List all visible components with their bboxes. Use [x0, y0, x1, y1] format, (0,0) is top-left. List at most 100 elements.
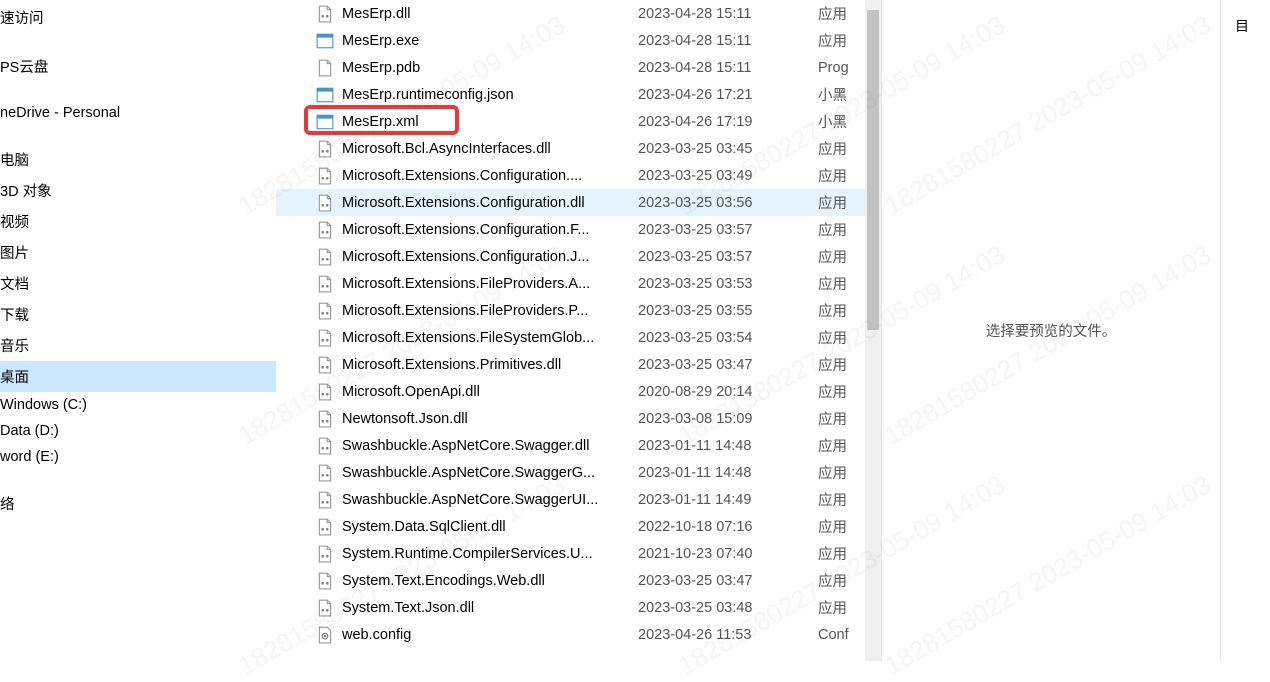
sidebar-item[interactable]: 音乐 [0, 330, 276, 361]
file-row[interactable]: Newtonsoft.Json.dll2023-03-08 15:09应用 [276, 405, 881, 432]
dll-icon [316, 275, 334, 293]
file-date: 2023-03-25 03:56 [638, 195, 818, 211]
sidebar-item-label: 速访问 [0, 11, 44, 27]
file-date: 2023-03-25 03:57 [638, 249, 818, 265]
dll-icon [316, 302, 334, 320]
watermark: 18281580227 2023-05-09 14:03 [879, 469, 1216, 682]
file-date: 2023-04-26 17:19 [638, 114, 818, 130]
file-row[interactable]: Swashbuckle.AspNetCore.Swagger.dll2023-0… [276, 432, 881, 459]
sidebar-item-label: 视频 [0, 215, 29, 231]
file-date: 2023-03-25 03:49 [638, 168, 818, 184]
file-name: Microsoft.OpenApi.dll [342, 384, 638, 400]
sidebar-item-label: Windows (C:) [0, 397, 87, 413]
dll-icon [316, 518, 334, 536]
file-date: 2023-03-25 03:53 [638, 276, 818, 292]
sidebar-item-label: PS云盘 [0, 60, 48, 76]
file-row[interactable]: web.config2023-04-26 11:53Conf [276, 621, 881, 648]
sidebar-item[interactable]: word (E:) [0, 444, 276, 470]
sidebar-item[interactable]: 下载 [0, 299, 276, 330]
dll-icon [316, 410, 334, 428]
sidebar-item[interactable]: 图片 [0, 237, 276, 268]
file-name: System.Text.Json.dll [342, 600, 638, 616]
file-name: Swashbuckle.AspNetCore.Swagger.dll [342, 438, 638, 454]
sidebar-item-label: 音乐 [0, 339, 29, 355]
file-row[interactable]: Microsoft.Extensions.Configuration....20… [276, 162, 881, 189]
sidebar-item[interactable]: 桌面 [0, 361, 276, 392]
dll-icon [316, 356, 334, 374]
file-row[interactable]: MesErp.exe2023-04-28 15:11应用 [276, 27, 881, 54]
file-row[interactable]: Microsoft.Extensions.Configuration.F...2… [276, 216, 881, 243]
file-name: Microsoft.Extensions.Primitives.dll [342, 357, 638, 373]
right-strip-line2: 目 [1235, 16, 1270, 36]
file-name: Microsoft.Bcl.AsyncInterfaces.dll [342, 141, 638, 157]
preview-panel: 选择要预览的文件。 18281580227 2023-05-09 14:03 1… [882, 0, 1220, 661]
file-list[interactable]: MesErp.dll2023-04-28 15:11应用MesErp.exe20… [276, 0, 881, 661]
file-date: 2023-01-11 14:48 [638, 465, 818, 481]
file-row[interactable]: Microsoft.Bcl.AsyncInterfaces.dll2023-03… [276, 135, 881, 162]
file-row[interactable]: Microsoft.Extensions.FileProviders.A...2… [276, 270, 881, 297]
file-date: 2023-04-28 15:11 [638, 6, 818, 22]
file-date: 2020-08-29 20:14 [638, 384, 818, 400]
sidebar-item[interactable]: PS云盘 [0, 51, 276, 82]
file-name: MesErp.runtimeconfig.json [342, 87, 638, 103]
file-name: Microsoft.Extensions.Configuration.F... [342, 222, 638, 238]
file-row[interactable]: System.Text.Encodings.Web.dll2023-03-25 … [276, 567, 881, 594]
sidebar-item-label: 图片 [0, 246, 29, 262]
file-row[interactable]: MesErp.xml2023-04-26 17:19小黑 [276, 108, 881, 135]
file-row[interactable]: Microsoft.Extensions.FileProviders.P...2… [276, 297, 881, 324]
right-panel: 目 [1220, 0, 1270, 661]
dll-icon [316, 140, 334, 158]
sidebar-item[interactable]: 电脑 [0, 144, 276, 175]
sidebar-item-label: 电脑 [0, 153, 29, 169]
dll-icon [316, 167, 334, 185]
sidebar-item[interactable]: neDrive - Personal [0, 100, 276, 126]
scrollbar-thumb[interactable] [867, 10, 879, 330]
file-row[interactable]: System.Data.SqlClient.dll2022-10-18 07:1… [276, 513, 881, 540]
file-name: Microsoft.Extensions.Configuration.J... [342, 249, 638, 265]
sidebar-item-label: 络 [0, 497, 15, 513]
preview-placeholder: 选择要预览的文件。 [986, 320, 1117, 341]
dll-icon [316, 5, 334, 23]
sidebar-item[interactable]: Windows (C:) [0, 392, 276, 418]
sidebar-item[interactable]: 文档 [0, 268, 276, 299]
file-date: 2023-01-11 14:48 [638, 438, 818, 454]
sidebar-item[interactable]: 速访问 [0, 2, 276, 33]
scrollbar[interactable] [865, 0, 881, 661]
sidebar-item-label: neDrive - Personal [0, 105, 120, 121]
sidebar-item[interactable]: 络 [0, 488, 276, 519]
file-row[interactable]: Microsoft.Extensions.Primitives.dll2023-… [276, 351, 881, 378]
file-row[interactable]: System.Text.Json.dll2023-03-25 03:48应用 [276, 594, 881, 621]
sidebar-item[interactable]: 视频 [0, 206, 276, 237]
file-row[interactable]: MesErp.runtimeconfig.json2023-04-26 17:2… [276, 81, 881, 108]
file-row[interactable]: Swashbuckle.AspNetCore.SwaggerG...2023-0… [276, 459, 881, 486]
file-row[interactable]: MesErp.dll2023-04-28 15:11应用 [276, 0, 881, 27]
file-name: MesErp.xml [342, 114, 638, 130]
xml-icon [316, 113, 334, 131]
dll-icon [316, 437, 334, 455]
file-name: MesErp.dll [342, 6, 638, 22]
file-date: 2023-04-26 11:53 [638, 627, 818, 643]
file-date: 2023-03-25 03:48 [638, 600, 818, 616]
file-date: 2023-03-25 03:57 [638, 222, 818, 238]
sidebar-item[interactable]: 3D 对象 [0, 175, 276, 206]
file-name: System.Runtime.CompilerServices.U... [342, 546, 638, 562]
dll-icon [316, 572, 334, 590]
file-row[interactable]: MesErp.pdb2023-04-28 15:11Prog [276, 54, 881, 81]
sidebar-item[interactable]: Data (D:) [0, 418, 276, 444]
file-row[interactable]: Microsoft.OpenApi.dll2020-08-29 20:14应用 [276, 378, 881, 405]
file-date: 2023-03-25 03:47 [638, 573, 818, 589]
file-name: Microsoft.Extensions.FileSystemGlob... [342, 330, 638, 346]
file-row[interactable]: Microsoft.Extensions.FileSystemGlob...20… [276, 324, 881, 351]
file-date: 2023-03-25 03:55 [638, 303, 818, 319]
file-date: 2023-03-25 03:45 [638, 141, 818, 157]
file-row[interactable]: System.Runtime.CompilerServices.U...2021… [276, 540, 881, 567]
file-row[interactable]: Swashbuckle.AspNetCore.SwaggerUI...2023-… [276, 486, 881, 513]
file-date: 2023-03-08 15:09 [638, 411, 818, 427]
file-row[interactable]: Microsoft.Extensions.Configuration.dll20… [276, 189, 881, 216]
dll-icon [316, 545, 334, 563]
file-name: Microsoft.Extensions.FileProviders.P... [342, 303, 638, 319]
watermark: 18281580227 2023-05-09 14:03 [879, 239, 1216, 452]
file-row[interactable]: Microsoft.Extensions.Configuration.J...2… [276, 243, 881, 270]
dll-icon [316, 464, 334, 482]
file-name: MesErp.pdb [342, 60, 638, 76]
